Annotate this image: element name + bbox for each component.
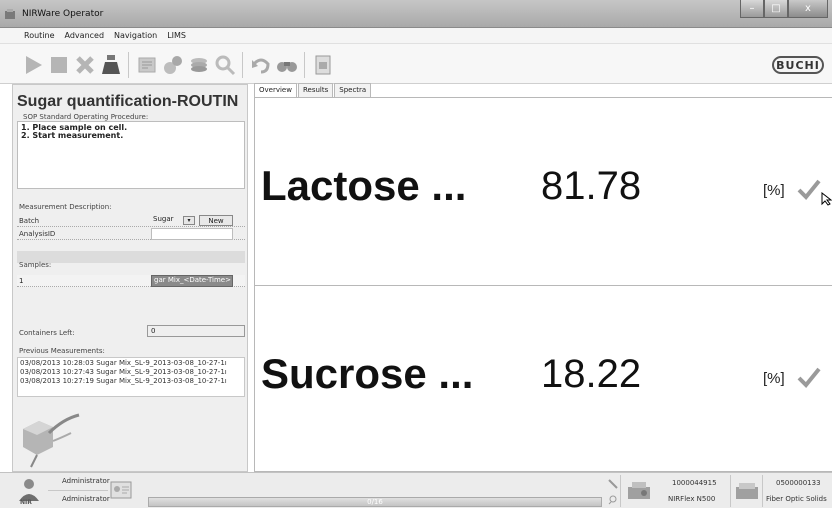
- settings-button[interactable]: [162, 54, 184, 76]
- search-button[interactable]: [214, 54, 236, 76]
- flask-icon: [102, 55, 120, 74]
- tab-spectra[interactable]: Spectra: [334, 83, 372, 97]
- list-item[interactable]: 03/08/2013 10:28:03 Sugar Mix_SL-9_2013-…: [20, 359, 242, 368]
- batch-row: Batch Sugar ▾ New: [17, 215, 245, 227]
- method-title: Sugar quantification-ROUTIN: [17, 93, 239, 110]
- analysis-id-input[interactable]: [151, 228, 233, 240]
- list-item[interactable]: 03/08/2013 10:27:43 Sugar Mix_SL-9_2013-…: [20, 368, 242, 377]
- batch-select[interactable]: Sugar: [153, 215, 174, 223]
- result-row-sucrose: Sucrose ... 18.22 [%]: [255, 285, 832, 472]
- instrument-icon[interactable]: [626, 479, 652, 503]
- check-icon: [797, 179, 821, 200]
- toolbar: BUCHI: [0, 44, 832, 84]
- sample-index: 1: [19, 277, 24, 285]
- batch-label: Batch: [19, 217, 40, 225]
- samples-label: Samples:: [19, 261, 52, 269]
- measurement-cell-serial: 0500000133: [776, 479, 821, 487]
- undo-button[interactable]: [250, 54, 272, 76]
- menu-navigation[interactable]: Navigation: [114, 31, 157, 40]
- menu-advanced[interactable]: Advanced: [65, 31, 105, 40]
- sample-button[interactable]: [100, 54, 122, 76]
- menu-lims[interactable]: LIMS: [167, 31, 186, 40]
- progress-label: 0/16: [367, 498, 383, 506]
- list-item[interactable]: 03/08/2013 10:27:19 Sugar Mix_SL-9_2013-…: [20, 377, 242, 386]
- sop-label: SOP Standard Operating Procedure:: [23, 113, 149, 121]
- previous-measurements-label: Previous Measurements:: [19, 347, 105, 355]
- progress-bar: 0/16: [148, 497, 602, 507]
- search-icon[interactable]: [608, 495, 618, 505]
- tab-overview[interactable]: Overview: [254, 83, 297, 97]
- menu-routine[interactable]: Routine: [24, 31, 55, 40]
- svg-text:NIR: NIR: [20, 499, 32, 505]
- user-name: Administrator: [62, 477, 110, 485]
- measurement-cell-name: Fiber Optic Solids: [766, 495, 827, 503]
- binoculars-icon: [277, 62, 297, 72]
- fiber-optic-probe-icon: [23, 413, 80, 468]
- sample-row[interactable]: 1 gar Mix_<Date-Time>: [17, 275, 245, 287]
- stop-button[interactable]: [48, 54, 70, 76]
- result-name: Lactose ...: [261, 162, 467, 209]
- chevron-down-icon[interactable]: ▾: [183, 216, 195, 225]
- method-panel: Sugar quantification-ROUTIN SOP Standard…: [12, 84, 248, 472]
- sample-name-field[interactable]: gar Mix_<Date-Time>: [151, 275, 233, 287]
- start-button[interactable]: [22, 54, 44, 76]
- buchi-logo: BUCHI: [772, 56, 824, 74]
- sop-step-2: 2. Start measurement.: [21, 131, 124, 140]
- document-icon: [138, 57, 156, 73]
- app-icon: [5, 9, 15, 19]
- menu-bar: Routine Advanced Navigation LIMS: [0, 28, 832, 44]
- status-bar: NIR Administrator Administrator 0/16 100…: [0, 472, 832, 508]
- result-row-lactose: Lactose ... 81.78 [%]: [255, 98, 832, 285]
- containers-left-label: Containers Left:: [19, 329, 75, 337]
- maximize-button[interactable]: □: [764, 0, 788, 18]
- result-name: Sucrose ...: [261, 350, 474, 397]
- minimize-button[interactable]: –: [740, 0, 764, 18]
- result-unit: [%]: [763, 182, 785, 199]
- id-card-icon[interactable]: [110, 481, 132, 499]
- result-unit: [%]: [763, 370, 785, 387]
- measurement-description-label: Measurement Description:: [19, 203, 112, 211]
- close-button[interactable]: x: [788, 0, 828, 18]
- stop-icon: [51, 57, 67, 73]
- database-button[interactable]: [188, 54, 210, 76]
- cancel-button[interactable]: [74, 54, 96, 76]
- report-button[interactable]: [136, 54, 158, 76]
- analysis-id-row: AnalysisID: [17, 228, 245, 240]
- user-icon: NIR: [19, 479, 39, 505]
- stack-icon: [191, 58, 207, 72]
- view-button[interactable]: [276, 54, 298, 76]
- result-value: 81.78: [541, 164, 642, 208]
- containers-left-value: 0: [147, 325, 245, 337]
- play-icon: [26, 56, 42, 74]
- magnifier-icon: [215, 55, 236, 76]
- check-icon: [797, 367, 821, 388]
- tab-results[interactable]: Results: [297, 83, 334, 97]
- user-role: Administrator: [62, 495, 110, 503]
- image-file-icon: [315, 55, 331, 75]
- tab-strip: Overview Results Spectra: [254, 83, 372, 97]
- undo-icon: [252, 58, 270, 74]
- pen-icon[interactable]: [608, 479, 618, 489]
- previous-measurements-list: 03/08/2013 10:28:03 Sugar Mix_SL-9_2013-…: [17, 357, 245, 397]
- analysis-id-label: AnalysisID: [19, 230, 56, 238]
- instrument-serial: 1000044915: [672, 479, 717, 487]
- instrument-name: NIRFlex N500: [668, 495, 716, 503]
- title-bar: NIRWare Operator – □ x: [0, 0, 832, 28]
- new-batch-button[interactable]: New: [199, 215, 233, 226]
- overview-panel: Lactose ... 81.78 [%] Sucrose ... 18.22 …: [254, 97, 832, 472]
- export-button[interactable]: [312, 54, 334, 76]
- cursor-icon: [821, 192, 832, 206]
- sop-text-box: 1. Place sample on cell. 2. Start measur…: [17, 121, 245, 189]
- cross-icon: [76, 56, 94, 74]
- result-value: 18.22: [541, 352, 642, 396]
- window-title: NIRWare Operator: [22, 9, 104, 19]
- measurement-cell-icon[interactable]: [734, 479, 760, 503]
- gears-icon: [164, 56, 182, 74]
